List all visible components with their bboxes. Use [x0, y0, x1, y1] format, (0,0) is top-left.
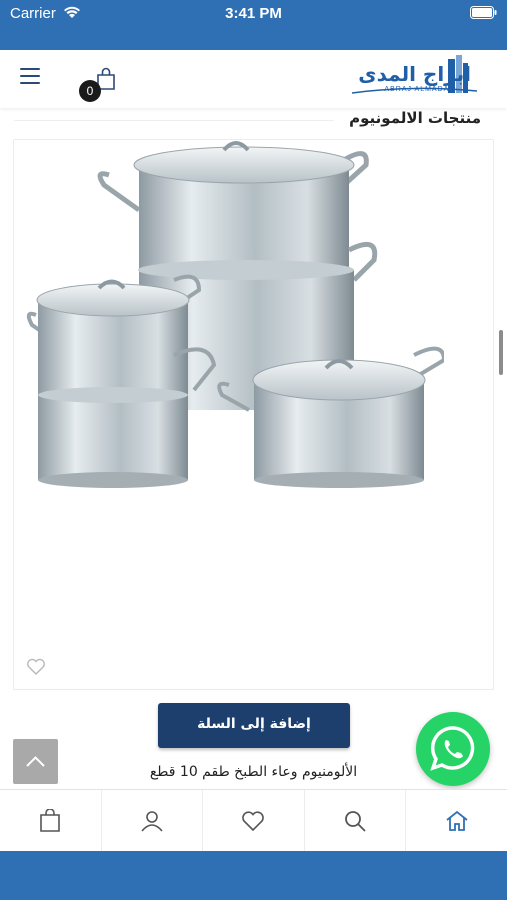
product-image[interactable] — [24, 140, 444, 495]
product-card[interactable] — [13, 139, 494, 690]
heart-icon — [242, 811, 265, 832]
scrollbar[interactable] — [499, 330, 503, 375]
bag-icon — [40, 809, 61, 832]
search-icon — [345, 811, 366, 832]
battery-icon — [470, 6, 497, 19]
cart-count-badge[interactable]: 0 — [79, 80, 101, 102]
brand-logo-subtitle: ABRAJ ALMADAA — [384, 86, 455, 93]
nav-item-wishlist[interactable] — [203, 790, 305, 852]
section-title: منتجات الالمونيوم — [349, 109, 481, 127]
wishlist-heart-icon[interactable] — [26, 658, 46, 676]
brand-logo-text: ابراج المدى — [358, 62, 472, 86]
hamburger-menu-icon[interactable] — [20, 68, 42, 88]
bottom-navigation — [0, 789, 507, 852]
status-time: 3:41 PM — [225, 5, 282, 22]
home-icon — [446, 810, 468, 831]
user-icon — [141, 811, 163, 832]
chevron-up-icon — [26, 756, 45, 767]
nav-item-search[interactable] — [305, 790, 407, 852]
nav-item-account[interactable] — [102, 790, 204, 852]
whatsapp-button[interactable] — [416, 712, 490, 786]
status-bar: Carrier 3:41 PM — [0, 0, 507, 50]
nav-item-home[interactable] — [406, 790, 507, 852]
add-to-cart-button[interactable]: إضافة إلى السلة — [158, 703, 350, 748]
section-divider — [14, 120, 334, 121]
scroll-to-top-button[interactable] — [13, 739, 58, 784]
nav-item-cart[interactable] — [0, 790, 102, 852]
whatsapp-icon — [430, 726, 475, 771]
footer-bar — [0, 851, 507, 900]
